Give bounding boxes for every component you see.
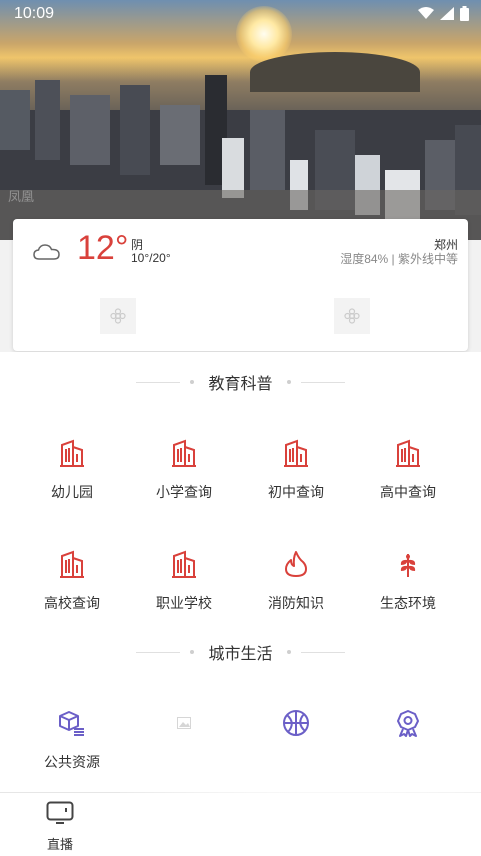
- main-content: 教育科普 幼儿园 小学查询 初中查询 高中查询 高校查询 职业学校 消防知识 生…: [0, 352, 481, 792]
- building-icon: [60, 550, 84, 578]
- signal-icon: [440, 7, 454, 20]
- grid-item-label: 幼儿园: [51, 484, 93, 500]
- section-title-city-life: 城市生活: [0, 641, 481, 663]
- grid-item-ecology[interactable]: 生态环境: [348, 549, 468, 613]
- status-bar: 10:09: [0, 0, 481, 28]
- image-placeholder-icon: [177, 717, 191, 729]
- section-title-education: 教育科普: [0, 371, 481, 393]
- building-icon: [396, 439, 420, 467]
- grid-item-label: 高中查询: [380, 484, 436, 500]
- battery-icon: [460, 6, 469, 21]
- cube-list-icon: [59, 711, 84, 736]
- grid-item-label: 职业学校: [156, 595, 212, 611]
- basketball-icon: [283, 710, 309, 736]
- bottom-nav-overlay: [120, 786, 481, 856]
- city-skyline: [0, 75, 481, 240]
- building-icon: [172, 550, 196, 578]
- grid-item-label: 初中查询: [268, 484, 324, 500]
- hero-banner: 凤凰: [0, 0, 481, 240]
- grid-item-label: 消防知识: [268, 595, 324, 611]
- grid-item-kindergarten[interactable]: 幼儿园: [12, 438, 132, 502]
- cloud-icon: [33, 244, 60, 260]
- flower-icon: [110, 308, 126, 324]
- badge-icon: [397, 710, 419, 737]
- section-title-text: 教育科普: [208, 376, 273, 393]
- hero-watermark: 凤凰: [8, 189, 35, 204]
- grid-item-label: 生态环境: [380, 595, 436, 611]
- image-placeholder-right: [334, 298, 370, 334]
- wheat-icon: [400, 554, 416, 577]
- building-icon: [60, 439, 84, 467]
- temperature: 12°: [77, 229, 129, 267]
- grid-item-fire-safety[interactable]: 消防知识: [236, 549, 356, 613]
- grid-item-high-school[interactable]: 高中查询: [348, 438, 468, 502]
- grid-item-placeholder[interactable]: [124, 708, 244, 738]
- grid-item-middle-school[interactable]: 初中查询: [236, 438, 356, 502]
- grid-item-primary-school[interactable]: 小学查询: [124, 438, 244, 502]
- grid-item-sports[interactable]: [236, 708, 356, 738]
- grid-item-vocational-school[interactable]: 职业学校: [124, 549, 244, 613]
- wifi-icon: [418, 7, 434, 19]
- temperature-range: 10°/20°: [131, 251, 171, 265]
- weather-details: 湿度84% | 紫外线中等: [340, 252, 458, 266]
- tv-icon: [46, 801, 74, 824]
- grid-item-public-resources[interactable]: 公共资源: [12, 708, 132, 772]
- grid-item-university[interactable]: 高校查询: [12, 549, 132, 613]
- nav-item-label: 直播: [46, 837, 73, 852]
- status-time: 10:09: [14, 5, 55, 22]
- grid-item-label: 小学查询: [156, 484, 212, 500]
- nav-item-live[interactable]: 直播: [32, 801, 88, 853]
- flower-icon: [344, 308, 360, 324]
- section-title-text: 城市生活: [208, 646, 273, 663]
- building-icon: [284, 439, 308, 467]
- grid-item-honors[interactable]: [348, 708, 468, 738]
- image-placeholder-left: [100, 298, 136, 334]
- grid-item-label: 高校查询: [44, 595, 100, 611]
- building-icon: [172, 439, 196, 467]
- weather-card[interactable]: 12° 阴 10°/20° 郑州 湿度84% | 紫外线中等: [13, 219, 468, 351]
- fire-icon: [285, 551, 307, 577]
- grid-item-label: 公共资源: [44, 754, 100, 770]
